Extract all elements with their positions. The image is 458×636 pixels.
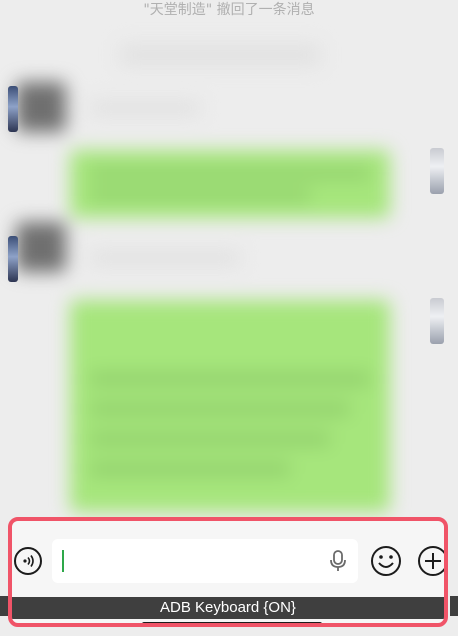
text-cursor (62, 550, 64, 572)
blurred-timestamp (120, 44, 320, 66)
blurred-avatar (16, 222, 66, 272)
emoji-icon[interactable] (370, 545, 402, 577)
blurred-message-bubble (70, 150, 390, 218)
keyboard-status-bar: ADB Keyboard {ON} (12, 597, 444, 619)
input-panel: ADB Keyboard {ON} (8, 517, 448, 627)
blurred-message-area (0, 22, 458, 522)
contact-avatar[interactable] (8, 236, 18, 282)
blurred-message-text (90, 432, 330, 446)
self-avatar[interactable] (430, 148, 444, 194)
blurred-message-text (90, 372, 370, 386)
blurred-message-text (90, 167, 370, 179)
input-row (12, 537, 444, 587)
self-avatar[interactable] (430, 298, 444, 344)
blurred-message-text (90, 462, 290, 476)
voice-input-button[interactable] (14, 547, 42, 575)
voice-wave-icon (22, 554, 36, 571)
home-indicator[interactable] (142, 622, 322, 623)
blurred-sender-name (90, 100, 200, 116)
chat-screen: "天堂制造" 撤回了一条消息 ADB Keyboard {ON} (0, 0, 458, 636)
blurred-message-text (90, 189, 310, 201)
blurred-message-text (90, 402, 350, 416)
plus-icon[interactable] (417, 545, 448, 577)
contact-avatar[interactable] (8, 86, 18, 132)
blurred-avatar (16, 82, 66, 132)
message-input[interactable] (52, 539, 358, 583)
edge-bar (450, 596, 458, 616)
microphone-icon[interactable] (328, 550, 348, 572)
recall-notice: "天堂制造" 撤回了一条消息 (143, 2, 315, 18)
blurred-sender-name (90, 250, 240, 266)
edge-bar (0, 596, 8, 616)
